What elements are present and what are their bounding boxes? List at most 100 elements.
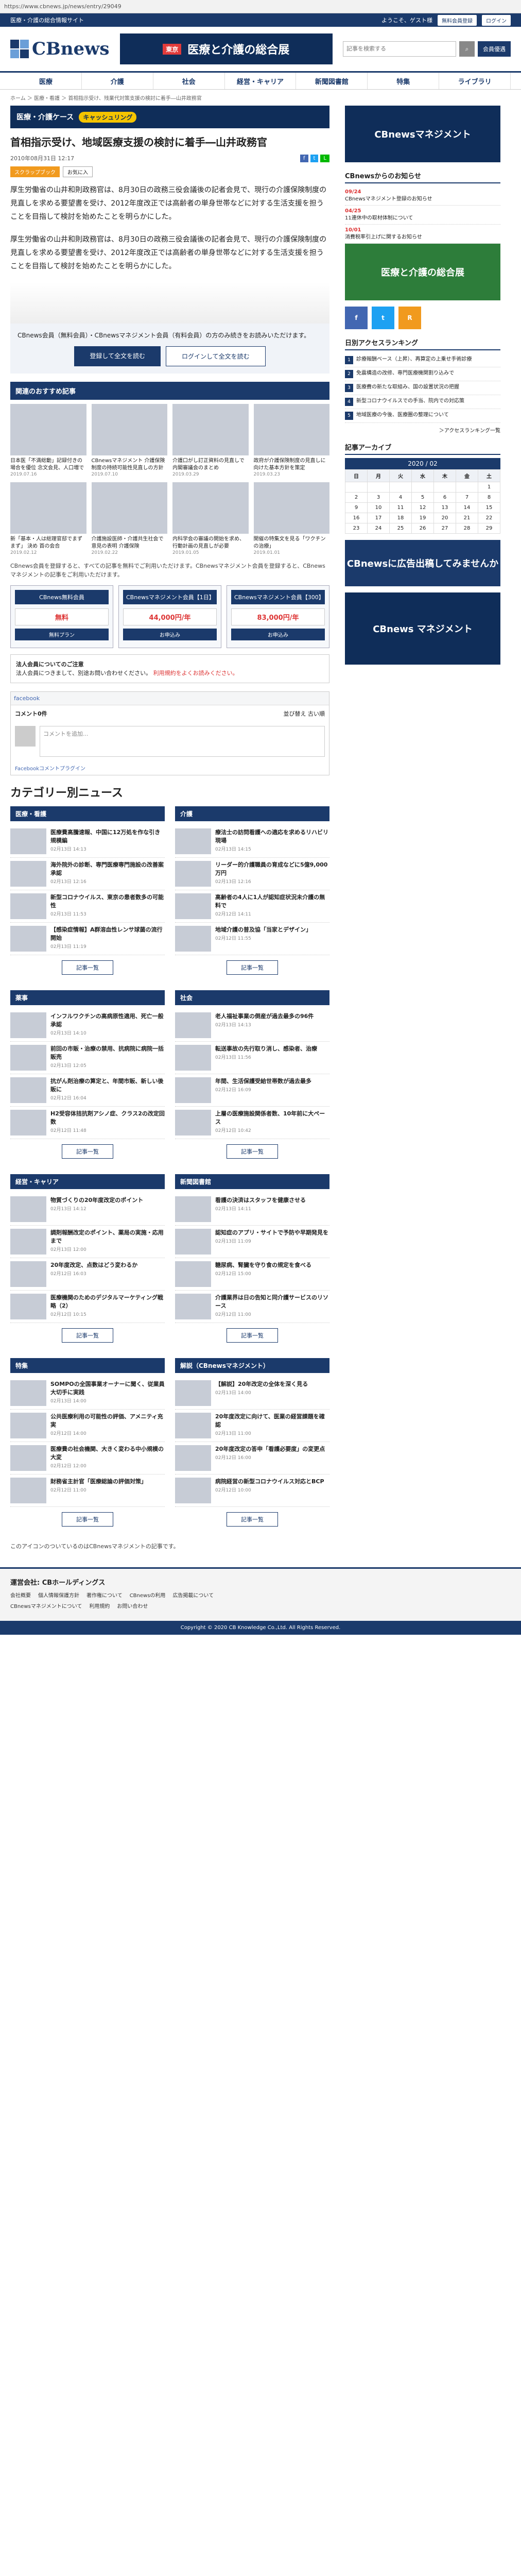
category-item[interactable]: 20年度改定の答申「看護必要度」の変更点 02月12日 16:00 xyxy=(175,1442,329,1475)
calendar-day[interactable]: 10 xyxy=(367,502,390,513)
nav-item[interactable]: 特集 xyxy=(368,73,440,89)
category-item[interactable]: 老人福祉事業の倒産が過去最多の96件 02月13日 14:13 xyxy=(175,1009,329,1042)
footer-link[interactable]: 広告掲載について xyxy=(172,1591,214,1599)
member-button[interactable]: 会員優遇 xyxy=(478,41,511,57)
login-read-button[interactable]: ログインして全文を読む xyxy=(166,346,266,366)
notice-item[interactable]: 10/01 消費税率引上げに関するお知らせ xyxy=(345,225,500,244)
more-button[interactable]: 記事一覧 xyxy=(62,1512,113,1527)
ranking-item[interactable]: 4 新型コロナウイルスでの手当、院内での対応策 xyxy=(345,395,500,409)
calendar-day[interactable]: 5 xyxy=(411,492,434,503)
category-item[interactable]: 新型コロナウイルス、東京の患者数多の可能性 02月13日 11:53 xyxy=(10,890,165,923)
nav-item[interactable]: 経営・キャリア xyxy=(225,73,297,89)
plan-button[interactable]: 無料プラン xyxy=(15,629,109,640)
calendar-day[interactable]: 3 xyxy=(367,492,390,503)
category-item[interactable]: インフルワクチンの高病原性適用、死亡一般承認 02月13日 14:10 xyxy=(10,1009,165,1042)
category-item[interactable]: 医療費高騰速報、中国に12万処を作な引き規模編 02月13日 14:13 xyxy=(10,825,165,858)
calendar-day[interactable]: 12 xyxy=(411,502,434,513)
favorite-button[interactable]: お気に入 xyxy=(63,166,93,177)
calendar-day[interactable]: 21 xyxy=(456,513,478,523)
search-icon[interactable]: ⌕ xyxy=(459,41,475,57)
category-item[interactable]: 20年度改定、点数はどう変わるか 02月12日 16:03 xyxy=(10,1258,165,1291)
facebook-share-icon[interactable]: f xyxy=(300,154,308,162)
site-logo[interactable]: CBnews xyxy=(10,39,110,59)
recommend-item[interactable]: CBnewsマネジメント 介護保険制度の持続可能性見直しの方針 2019.07.1… xyxy=(91,404,167,477)
twitter-icon[interactable]: t xyxy=(372,307,394,329)
category-item[interactable]: 抗がん剤治療の算定と、年間市販、新しい後販に 02月12日 16:04 xyxy=(10,1074,165,1107)
calendar-day[interactable]: 29 xyxy=(478,523,500,534)
footer-link[interactable]: CBnewsの利用 xyxy=(130,1591,166,1599)
calendar-day[interactable]: 25 xyxy=(389,523,412,534)
url-bar[interactable]: https://www.cbnews.jp/news/entry/29049 xyxy=(0,0,521,13)
calendar-day[interactable]: 1 xyxy=(478,482,500,493)
nav-item[interactable]: ライブラリ xyxy=(439,73,511,89)
nav-item[interactable]: 介護 xyxy=(82,73,153,89)
footer-link[interactable]: CBnewsマネジメントについて xyxy=(10,1602,82,1609)
more-button[interactable]: 記事一覧 xyxy=(227,960,278,975)
ranking-more-link[interactable]: ＞アクセスランキング一覧 xyxy=(345,426,500,434)
recommend-item[interactable]: 日本医「不満総動」記録付きの場合を優位 念文会見、人口増で 2019.07.16 xyxy=(10,404,86,477)
register-button[interactable]: 無料会員登録 xyxy=(438,14,477,26)
more-button[interactable]: 記事一覧 xyxy=(227,1328,278,1343)
nav-item[interactable]: 社会 xyxy=(153,73,225,89)
category-item[interactable]: H2受容体拮抗剤アシノ症、クラス2の改定回数 02月12日 11:48 xyxy=(10,1107,165,1139)
comment-sort[interactable]: 並び替え 古い順 xyxy=(284,709,325,718)
category-item[interactable]: 看護の決済はスタッフを健康させる 02月13日 14:11 xyxy=(175,1193,329,1226)
sub-ad-banner[interactable]: 医療・介護ケース キャッシュリング xyxy=(10,106,329,128)
footer-link[interactable]: 会社概要 xyxy=(10,1591,31,1599)
notice-item[interactable]: 09/24 CBnewsマネジメント登録のお知らせ xyxy=(345,187,500,206)
category-item[interactable]: 地域介護の普及協「当家とデザイン」 02月12日 11:55 xyxy=(175,923,329,955)
rss-icon[interactable]: R xyxy=(398,307,421,329)
twitter-share-icon[interactable]: t xyxy=(310,154,319,162)
category-heading[interactable]: 特集 xyxy=(10,1358,165,1373)
calendar-day[interactable]: 14 xyxy=(456,502,478,513)
calendar-day[interactable]: 17 xyxy=(367,513,390,523)
category-heading[interactable]: 新聞図書館 xyxy=(175,1174,329,1189)
calendar-day[interactable]: 8 xyxy=(478,492,500,503)
calendar-day[interactable]: 27 xyxy=(433,523,456,534)
calendar-day[interactable]: 15 xyxy=(478,502,500,513)
facebook-tab[interactable]: facebook xyxy=(11,692,329,705)
ranking-item[interactable]: 1 診療報酬ベース（上昇）、再算定の上乗せ手術診療 xyxy=(345,353,500,367)
calendar-day[interactable]: 18 xyxy=(389,513,412,523)
category-heading[interactable]: 医療・看護 xyxy=(10,806,165,821)
login-button[interactable]: ログイン xyxy=(482,14,511,26)
category-item[interactable]: 認知症のアプリ・サイトで予防や早期発見を 02月13日 11:09 xyxy=(175,1226,329,1258)
more-button[interactable]: 記事一覧 xyxy=(62,960,113,975)
calendar-day[interactable]: 26 xyxy=(411,523,434,534)
footer-link[interactable]: 利用規約 xyxy=(89,1602,110,1609)
calendar-day[interactable]: 23 xyxy=(345,523,368,534)
calendar-day[interactable]: 9 xyxy=(345,502,368,513)
sidebar-ad-banner[interactable]: CBnewsマネジメント xyxy=(345,106,500,162)
footer-link[interactable]: 著作権について xyxy=(86,1591,123,1599)
recommend-item[interactable]: 介護施設医師・介護共生社会で意見の表明 介護保険 2019.02.22 xyxy=(91,482,167,555)
search-input[interactable] xyxy=(343,41,456,57)
category-item[interactable]: 調剤報酬改定のポイント、薬局の実施・応用まで 02月13日 12:00 xyxy=(10,1226,165,1258)
category-item[interactable]: 医療費の社会機関、大きく変わる中小規模の大変 02月12日 12:00 xyxy=(10,1442,165,1475)
category-item[interactable]: 【解説】20年改定の全体を深く見る 02月13日 14:00 xyxy=(175,1377,329,1410)
top-ad-banner[interactable]: 東京 医療と介護の総合展 xyxy=(119,33,333,64)
category-item[interactable]: 年間、生活保護受給世帯数が過去最多 02月12日 16:09 xyxy=(175,1074,329,1107)
recommend-item[interactable]: 介護口がし訂正資料の見直しで内閣審議会のまとめ 2019.03.29 xyxy=(172,404,249,477)
calendar-day[interactable]: 16 xyxy=(345,513,368,523)
calendar-day[interactable]: 6 xyxy=(433,492,456,503)
facebook-icon[interactable]: f xyxy=(345,307,368,329)
category-item[interactable]: SOMPOの全国事業オーナーに聞く、従業員大切手に実践 02月13日 14:00 xyxy=(10,1377,165,1410)
category-item[interactable]: 上層の医療施設関係者数、10年前に大ペース 02月12日 10:42 xyxy=(175,1107,329,1139)
category-item[interactable]: 糖尿病、腎臓を守り食の規定を食べる 02月12日 15:00 xyxy=(175,1258,329,1291)
comment-input[interactable]: コメントを追加... xyxy=(40,726,325,757)
category-heading[interactable]: 解説（CBnewsマネジメント） xyxy=(175,1358,329,1373)
recommend-item[interactable]: 新「基本・人は総理官邸でまずまず」 決め 首の会合 2019.02.12 xyxy=(10,482,86,555)
nav-item[interactable]: 医療 xyxy=(10,73,82,89)
calendar-day[interactable]: 28 xyxy=(456,523,478,534)
category-heading[interactable]: 介護 xyxy=(175,806,329,821)
footer-link[interactable]: お問い合わせ xyxy=(117,1602,148,1609)
category-heading[interactable]: 薬事 xyxy=(10,990,165,1005)
category-item[interactable]: 海外院外の診断、専門医療専門施設の改善案承認 02月13日 12:16 xyxy=(10,858,165,890)
category-item[interactable]: 公共医療利用の可能性の評価、アメニティ充実 02月12日 14:00 xyxy=(10,1410,165,1442)
notice-item[interactable]: 04/25 11連休中の取材体制について xyxy=(345,206,500,225)
scrap-button[interactable]: スクラップブック xyxy=(10,166,60,177)
facebook-plugin-link[interactable]: Facebookコメントプラグイン xyxy=(11,761,329,775)
calendar-day[interactable]: 13 xyxy=(433,502,456,513)
category-item[interactable]: 【感染症情報】A群溶血性レンサ球菌の流行開始 02月13日 11:19 xyxy=(10,923,165,955)
sidebar-ad-4[interactable]: CBnews マネジメント xyxy=(345,592,500,665)
